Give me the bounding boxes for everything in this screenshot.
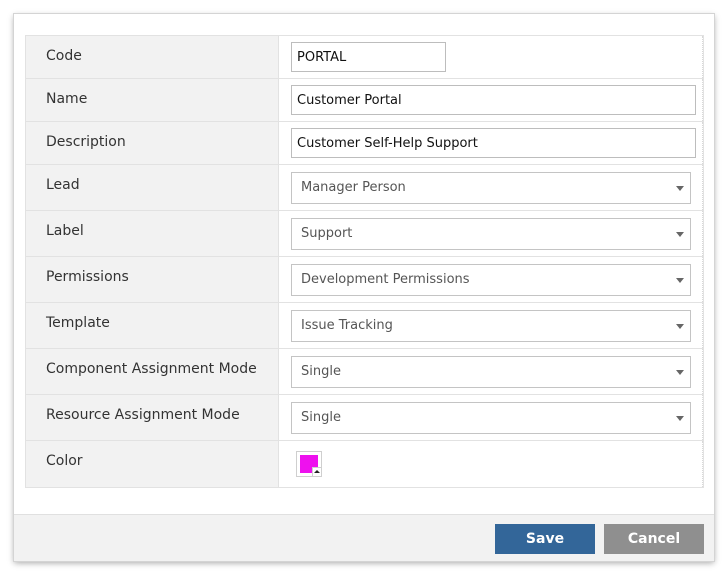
color-label-cell: Color <box>26 441 279 487</box>
label-value-cell: Support <box>279 211 703 256</box>
form-row-code: Code <box>26 36 703 79</box>
description-label-cell: Description <box>26 122 279 164</box>
resource-assignment-mode-select[interactable]: Single <box>291 401 691 434</box>
chevron-down-icon <box>676 277 684 283</box>
dialog-footer: Save Cancel <box>14 514 714 561</box>
resource-assignment-mode-value-cell: Single <box>279 395 703 440</box>
template-label: Template <box>46 315 110 331</box>
resource-assignment-mode-label-cell: Resource Assignment Mode <box>26 395 279 440</box>
permissions-label-cell: Permissions <box>26 257 279 302</box>
template-value-cell: Issue Tracking <box>279 303 703 348</box>
component-assignment-mode-label-cell: Component Assignment Mode <box>26 349 279 394</box>
project-form: Code Name Description Lead <box>25 35 704 488</box>
permissions-label: Permissions <box>46 269 129 285</box>
description-label: Description <box>46 134 126 150</box>
form-row-permissions: Permissions Development Permissions <box>26 257 703 303</box>
form-row-resource-assignment-mode: Resource Assignment Mode Single <box>26 395 703 441</box>
component-assignment-mode-selected-value: Single <box>301 364 341 379</box>
description-value-cell <box>279 122 703 164</box>
permissions-selected-value: Development Permissions <box>301 272 470 287</box>
lead-select[interactable]: Manager Person <box>291 171 691 204</box>
chevron-down-icon <box>676 415 684 421</box>
color-value-cell <box>279 441 703 487</box>
lead-selected-value: Manager Person <box>301 180 406 195</box>
chevron-down-icon <box>676 369 684 375</box>
form-row-component-assignment-mode: Component Assignment Mode Single <box>26 349 703 395</box>
lead-label: Lead <box>46 177 80 193</box>
form-row-description: Description <box>26 122 703 165</box>
color-label: Color <box>46 453 83 469</box>
label-label: Label <box>46 223 84 239</box>
name-label-cell: Name <box>26 79 279 121</box>
chevron-down-icon <box>676 231 684 237</box>
permissions-select[interactable]: Development Permissions <box>291 263 691 296</box>
component-assignment-mode-value-cell: Single <box>279 349 703 394</box>
form-row-lead: Lead Manager Person <box>26 165 703 211</box>
chevron-down-icon <box>676 323 684 329</box>
template-label-cell: Template <box>26 303 279 348</box>
cancel-button[interactable]: Cancel <box>604 524 704 554</box>
form-row-name: Name <box>26 79 703 122</box>
form-row-label: Label Support <box>26 211 703 257</box>
code-label-cell: Code <box>26 36 279 78</box>
edit-project-dialog: Code Name Description Lead <box>14 14 714 561</box>
name-value-cell <box>279 79 703 121</box>
permissions-value-cell: Development Permissions <box>279 257 703 302</box>
lead-label-cell: Lead <box>26 165 279 210</box>
code-value-cell <box>279 36 703 78</box>
component-assignment-mode-select[interactable]: Single <box>291 355 691 388</box>
template-select[interactable]: Issue Tracking <box>291 309 691 342</box>
component-assignment-mode-label: Component Assignment Mode <box>46 361 257 377</box>
color-picker-icon <box>312 467 321 476</box>
name-input[interactable] <box>291 85 696 115</box>
label-select[interactable]: Support <box>291 217 691 250</box>
form-row-color: Color <box>26 441 703 487</box>
resource-assignment-mode-selected-value: Single <box>301 410 341 425</box>
description-input[interactable] <box>291 128 696 158</box>
label-selected-value: Support <box>301 226 353 241</box>
save-button[interactable]: Save <box>495 524 595 554</box>
name-label: Name <box>46 91 88 107</box>
label-label-cell: Label <box>26 211 279 256</box>
form-row-template: Template Issue Tracking <box>26 303 703 349</box>
code-input[interactable] <box>291 42 446 72</box>
code-label: Code <box>46 48 82 64</box>
resource-assignment-mode-label: Resource Assignment Mode <box>46 407 240 423</box>
template-selected-value: Issue Tracking <box>301 318 393 333</box>
chevron-down-icon <box>676 185 684 191</box>
lead-value-cell: Manager Person <box>279 165 703 210</box>
color-picker-button[interactable] <box>296 451 322 477</box>
